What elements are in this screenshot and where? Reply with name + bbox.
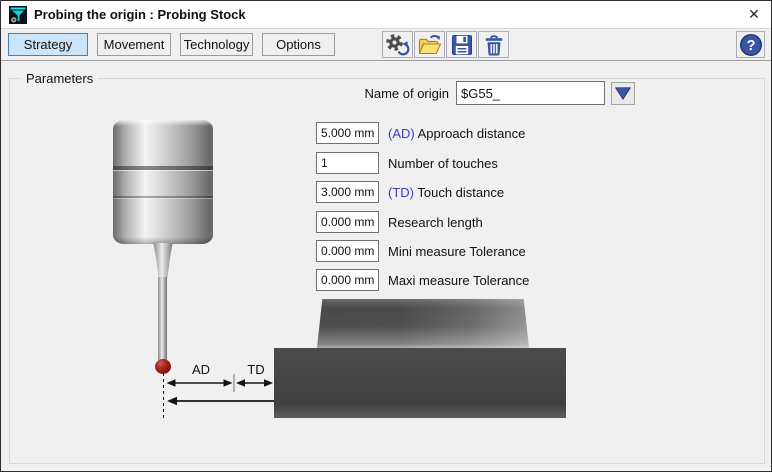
td-dimension-label: TD [239,362,273,377]
tab-options[interactable]: Options [262,33,335,56]
window-title: Probing the origin : Probing Stock [34,7,246,22]
title-bar: Probing the origin : Probing Stock ✕ [1,1,771,29]
stock-boss-illustration [317,299,529,348]
open-folder-icon [417,33,442,57]
probe-body-seam [113,196,213,198]
origin-dropdown-button[interactable] [611,82,635,105]
dropdown-triangle-icon [614,85,632,102]
research-length-input[interactable] [316,211,379,233]
approach-distance-label: (AD) Approach distance [388,126,525,141]
trash-icon [482,33,506,57]
open-button[interactable] [414,31,445,58]
touch-distance-input[interactable] [316,181,379,203]
help-icon: ? [739,33,763,57]
approach-distance-row: (AD) Approach distance [316,122,525,144]
mini-measure-tolerance-row: Mini measure Tolerance [316,240,526,262]
number-of-touches-label: Number of touches [388,156,498,171]
tab-technology[interactable]: Technology [180,33,253,56]
ad-dimension-label: AD [184,362,218,377]
parameters-legend: Parameters [21,71,98,86]
research-length-row: Research length [316,211,483,233]
touch-distance-label: (TD) Touch distance [388,185,504,200]
maxi-measure-tolerance-label: Maxi measure Tolerance [388,273,529,288]
svg-text:?: ? [746,38,755,54]
mini-measure-tolerance-label: Mini measure Tolerance [388,244,526,259]
app-probe-icon [9,6,27,24]
tab-movement[interactable]: Movement [97,33,171,56]
toolbar: Strategy Movement Technology Options [1,29,771,61]
help-button[interactable]: ? [736,31,765,58]
name-of-origin-input[interactable] [456,81,605,105]
tab-strategy[interactable]: Strategy [8,33,88,56]
name-of-origin-label: Name of origin [321,86,449,101]
probe-ruby-tip [155,359,171,374]
probe-body-illustration [113,120,213,244]
mini-measure-tolerance-input[interactable] [316,240,379,262]
research-length-label: Research length [388,215,483,230]
touch-distance-row: (TD) Touch distance [316,181,504,203]
probing-dialog: Probing the origin : Probing Stock ✕ Str… [0,0,772,472]
stock-base-illustration [274,348,566,418]
probe-stylus-shaft [158,277,167,361]
maxi-measure-tolerance-input[interactable] [316,269,379,291]
maxi-measure-tolerance-row: Maxi measure Tolerance [316,269,529,291]
save-icon [450,33,474,57]
number-of-touches-row: Number of touches [316,152,498,174]
number-of-touches-input[interactable] [316,152,379,174]
close-button[interactable]: ✕ [737,1,771,28]
probe-body-groove [113,166,213,170]
delete-button[interactable] [478,31,509,58]
approach-distance-input[interactable] [316,122,379,144]
toolbar-spacer [344,44,382,45]
compute-settings-button[interactable] [382,31,413,58]
gear-refresh-icon [385,33,410,57]
save-button[interactable] [446,31,477,58]
